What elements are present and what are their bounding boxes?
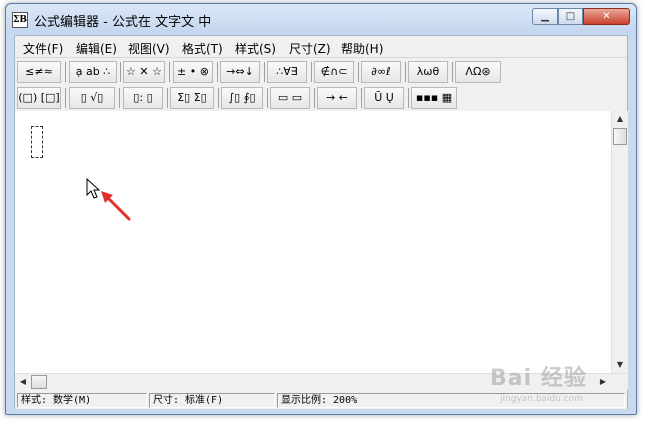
vertical-scrollbar[interactable]: ▲ ▼ — [611, 111, 628, 373]
menu-bar: 文件(F) 编辑(E) 视图(V) 格式(T) 样式(S) 尺寸(Z) 帮助(H… — [15, 36, 627, 58]
menu-size[interactable]: 尺寸(Z) — [289, 40, 331, 57]
toolbar-separator — [119, 88, 120, 108]
window-title: 公式编辑器 - 公式在 文字文 中 — [34, 15, 212, 30]
toolbar-separator — [358, 62, 359, 82]
subscript-superscript-templates-button[interactable]: ▯: ▯ — [123, 87, 163, 109]
toolbar-separator — [120, 62, 121, 82]
embellishments-button[interactable]: ☆ ✕ ☆ — [123, 61, 165, 83]
close-icon: ✕ — [602, 11, 611, 22]
scroll-up-icon[interactable]: ▲ — [612, 111, 628, 127]
product-set-templates-button[interactable]: Ū Ų — [364, 87, 404, 109]
labeled-arrow-templates-button[interactable]: → ← — [317, 87, 357, 109]
greek-uppercase-button[interactable]: ΛΩ⊛ — [455, 61, 501, 83]
menu-help[interactable]: 帮助(H) — [341, 40, 383, 57]
minimize-icon: ▁ — [541, 11, 549, 22]
fence-templates-button[interactable]: (□) [□] — [17, 87, 61, 109]
toolbar-separator — [169, 62, 170, 82]
vertical-scroll-thumb[interactable] — [613, 128, 627, 145]
toolbar-separator — [65, 88, 66, 108]
status-style: 样式: 数学(M) — [17, 393, 147, 408]
misc-symbols-button[interactable]: ∂∞ℓ — [361, 61, 401, 83]
menu-view[interactable]: 视图(V) — [128, 40, 170, 57]
menu-file[interactable]: 文件(F) — [23, 40, 63, 57]
spaces-ellipses-button[interactable]: ạ ab ∴ — [69, 61, 117, 83]
title-bar[interactable]: ΣΒ 公式编辑器 - 公式在 文字文 中 ▁ □ ✕ — [6, 4, 636, 34]
minimize-button[interactable]: ▁ — [532, 8, 558, 25]
symbol-toolbar: ≤≠≈ ạ ab ∴ ☆ ✕ ☆ ± • ⊗ →⇔↓ ∴∀∃ ∉∩⊂ ∂∞ℓ λ… — [15, 60, 505, 84]
toolbar-separator — [361, 88, 362, 108]
watermark-logo: Bai 经验 — [490, 366, 587, 391]
arrow-symbols-button[interactable]: →⇔↓ — [220, 61, 260, 83]
toolbar-separator — [452, 62, 453, 82]
toolbar-separator — [218, 88, 219, 108]
equation-canvas[interactable] — [15, 111, 611, 373]
menu-format[interactable]: 格式(T) — [182, 40, 223, 57]
mouse-cursor-icon — [86, 177, 131, 221]
maximize-icon: □ — [565, 11, 576, 22]
fraction-radical-templates-button[interactable]: ▯ √▯ — [69, 87, 115, 109]
template-toolbar: (□) [□] ▯ √▯ ▯: ▯ Σ▯ Σ▯ ∫▯ ∮▯ ▭ ▭ → ← Ū … — [15, 86, 505, 110]
toolbar-separator — [264, 62, 265, 82]
toolbar-separator — [314, 88, 315, 108]
underbar-overbar-templates-button[interactable]: ▭ ▭ — [270, 87, 310, 109]
horizontal-scroll-thumb[interactable] — [31, 375, 47, 389]
maximize-button[interactable]: □ — [558, 8, 583, 25]
status-size: 尺寸: 标准(F) — [149, 393, 275, 408]
matrix-templates-button[interactable]: ▪▪▪ ▦ — [411, 87, 457, 109]
watermark-url: jingyan.baidu.com — [500, 394, 584, 404]
toolbar-separator — [217, 62, 218, 82]
menu-edit[interactable]: 编辑(E) — [76, 40, 117, 57]
menu-style[interactable]: 样式(S) — [235, 40, 276, 57]
close-button[interactable]: ✕ — [583, 8, 630, 25]
equation-input-slot[interactable] — [31, 126, 43, 158]
toolbar-separator — [167, 88, 168, 108]
toolbar-separator — [311, 62, 312, 82]
app-icon: ΣΒ — [12, 12, 28, 28]
toolbar-separator — [65, 62, 66, 82]
greek-lowercase-button[interactable]: λωθ — [408, 61, 448, 83]
logical-symbols-button[interactable]: ∴∀∃ — [267, 61, 307, 83]
scroll-right-icon[interactable]: ▶ — [595, 374, 611, 390]
scroll-left-icon[interactable]: ◀ — [15, 374, 31, 390]
relational-symbols-button[interactable]: ≤≠≈ — [17, 61, 61, 83]
summation-templates-button[interactable]: Σ▯ Σ▯ — [170, 87, 214, 109]
toolbar-separator — [405, 62, 406, 82]
symbol-palette: ≤≠≈ ạ ab ∴ ☆ ✕ ☆ ± • ⊗ →⇔↓ ∴∀∃ ∉∩⊂ ∂∞ℓ λ… — [15, 59, 505, 111]
set-theory-button[interactable]: ∉∩⊂ — [314, 61, 354, 83]
app-window: ΣΒ 公式编辑器 - 公式在 文字文 中 ▁ □ ✕ 文件(F) 编辑(E) 视… — [5, 3, 637, 415]
scroll-down-icon[interactable]: ▼ — [612, 357, 628, 373]
operator-symbols-button[interactable]: ± • ⊗ — [173, 61, 213, 83]
toolbar-separator — [267, 88, 268, 108]
client-area: 文件(F) 编辑(E) 视图(V) 格式(T) 样式(S) 尺寸(Z) 帮助(H… — [14, 35, 628, 409]
toolbar-separator — [408, 88, 409, 108]
integral-templates-button[interactable]: ∫▯ ∮▯ — [221, 87, 263, 109]
